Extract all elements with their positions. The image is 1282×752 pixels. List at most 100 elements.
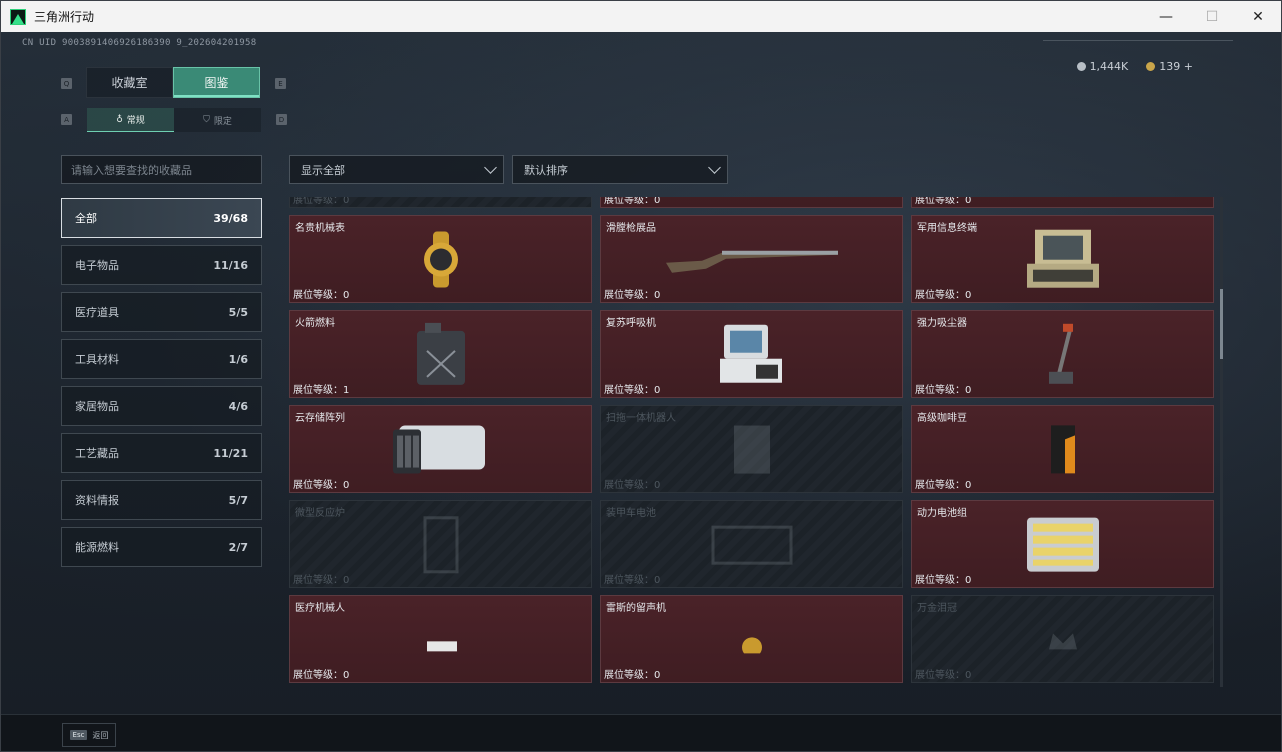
coffee-bag-icon: [1045, 421, 1081, 481]
search-input[interactable]: 请输入想要查找的收藏品: [61, 155, 262, 184]
key-hint-a: A: [61, 114, 72, 125]
close-button[interactable]: ✕: [1235, 1, 1281, 32]
item-level: 展位等级：0: [604, 197, 661, 206]
item-level: 展位等级：0: [604, 290, 661, 301]
item-name: 高级咖啡豆: [917, 413, 967, 424]
category-label: 工艺藏品: [75, 447, 119, 460]
back-button[interactable]: Esc 返回: [62, 723, 116, 747]
maximize-button[interactable]: ☐: [1189, 1, 1235, 32]
collection-item-card[interactable]: 曼德尔超算单元展位等级：0: [289, 197, 592, 208]
storage-array-icon: [391, 420, 491, 484]
category-label: 电子物品: [75, 259, 119, 272]
item-name: 名贵机械表: [295, 223, 345, 234]
category-item[interactable]: 工艺藏品 11/21: [61, 433, 262, 473]
collection-item-card[interactable]: 强力吸尘器 展位等级：0: [911, 310, 1214, 398]
category-item[interactable]: 工具材料 1/6: [61, 339, 262, 379]
collection-item-card[interactable]: 滑膛枪展品 展位等级：0: [600, 215, 903, 303]
jerrycan-icon: [413, 321, 469, 393]
collection-item-card[interactable]: 复苏呼吸机展位等级：0: [600, 310, 903, 398]
token-balance[interactable]: 139 +: [1146, 60, 1193, 73]
item-name: 军用信息终端: [917, 223, 977, 234]
ifv-model-icon: [1015, 197, 1111, 200]
decor-line: [1043, 40, 1233, 44]
sort-value: 默认排序: [524, 163, 568, 177]
item-name: 微型反应炉: [295, 508, 345, 519]
bottom-bar: Esc 返回: [1, 714, 1281, 751]
item-level: 展位等级：0: [915, 575, 972, 586]
item-level: 展位等级：0: [604, 575, 661, 586]
collection-item-card[interactable]: 装甲车电池 展位等级：0: [600, 500, 903, 588]
defibrillator-icon: [732, 197, 772, 200]
tab-limited[interactable]: ⛉ 限定: [174, 108, 261, 132]
add-token-button[interactable]: +: [1184, 60, 1193, 73]
primary-tabs: 收藏室 图鉴: [86, 67, 260, 98]
tab-catalog[interactable]: 图鉴: [173, 67, 260, 98]
collection-item-card[interactable]: 高级咖啡豆 展位等级：0: [911, 405, 1214, 493]
item-grid-viewport[interactable]: 曼德尔超算单元展位等级：0 自动体外除颤器展位等级：0 步战车模型展位等级：0 名贵机…: [289, 197, 1215, 687]
coin-amount: 1,444K: [1089, 60, 1129, 73]
item-level: 展位等级：0: [915, 290, 972, 301]
robot-icon: [724, 420, 780, 484]
tab-limited-label: 限定: [213, 116, 232, 127]
regular-icon: ♁: [116, 114, 123, 125]
player-uid: CN UID 9003891406926186390 9_20260420195…: [22, 38, 257, 48]
category-label: 能源燃料: [75, 541, 119, 554]
musket-icon: [662, 239, 842, 283]
item-name: 雷斯的留声机: [606, 603, 666, 614]
coin-balance: 1,444K: [1076, 60, 1129, 73]
tab-collection-room[interactable]: 收藏室: [86, 67, 173, 98]
display-filter-dropdown[interactable]: 显示全部: [289, 155, 504, 184]
category-count: 4/6: [228, 399, 248, 413]
item-level: 展位等级：0: [604, 385, 661, 396]
item-name: 扫拖一体机器人: [606, 413, 676, 424]
category-label: 工具材料: [75, 353, 119, 366]
category-item[interactable]: 医疗道具 5/5: [61, 292, 262, 332]
category-item[interactable]: 电子物品 11/16: [61, 245, 262, 285]
tab-regular[interactable]: ♁ 常规: [87, 108, 174, 132]
scrollbar[interactable]: [1220, 197, 1223, 687]
collection-item-card[interactable]: 雷斯的留声机 展位等级：0: [600, 595, 903, 683]
token-icon: [1146, 62, 1156, 71]
limited-icon: ⛉: [203, 115, 210, 125]
item-name: 医疗机械人: [295, 603, 345, 614]
item-name: 云存储阵列: [295, 413, 345, 424]
category-label: 家居物品: [75, 400, 119, 413]
category-item[interactable]: 资料情报 5/7: [61, 480, 262, 520]
collection-item-card[interactable]: 扫拖一体机器人 展位等级：0: [600, 405, 903, 493]
category-count: 2/7: [228, 540, 248, 554]
item-name: 复苏呼吸机: [606, 318, 656, 329]
ventilator-icon: [716, 323, 788, 391]
tab-regular-label: 常规: [126, 116, 145, 126]
category-item[interactable]: 家居物品 4/6: [61, 386, 262, 426]
category-item[interactable]: 能源燃料 2/7: [61, 527, 262, 567]
collection-item-card[interactable]: 动力电池组展位等级：0: [911, 500, 1214, 588]
coin-icon: [1076, 62, 1086, 71]
item-level: 展位等级：0: [915, 197, 972, 206]
item-level: 展位等级：0: [293, 290, 350, 301]
collection-item-card[interactable]: 火箭燃料 展位等级：1: [289, 310, 592, 398]
secondary-tabs: ♁ 常规 ⛉ 限定: [87, 108, 261, 132]
collection-item-card[interactable]: 自动体外除颤器展位等级：0: [600, 197, 903, 208]
collection-item-card[interactable]: 云存储阵列 展位等级：0: [289, 405, 592, 493]
display-filter-value: 显示全部: [301, 163, 345, 177]
item-level: 展位等级：0: [293, 670, 350, 681]
title-bar: 三角洲行动 — ☐ ✕: [1, 1, 1281, 32]
collection-item-card[interactable]: 名贵机械表展位等级：0: [289, 215, 592, 303]
collection-item-card[interactable]: 医疗机械人展位等级：0: [289, 595, 592, 683]
esc-key-icon: Esc: [69, 730, 88, 740]
collection-item-card[interactable]: 军用信息终端 展位等级：0: [911, 215, 1214, 303]
category-label: 医疗道具: [75, 306, 119, 319]
sort-dropdown[interactable]: 默认排序: [512, 155, 728, 184]
minimize-button[interactable]: —: [1143, 1, 1189, 32]
key-hint-q: Q: [61, 78, 72, 89]
category-item[interactable]: 全部 39/68: [61, 198, 262, 238]
scrollbar-thumb[interactable]: [1220, 289, 1223, 359]
category-list: 全部 39/68 电子物品 11/16 医疗道具 5/5 工具材料 1/6 家居物品 4/6 工艺藏…: [61, 198, 262, 574]
battery-pack-icon: [1023, 514, 1103, 580]
collection-item-card[interactable]: 万金泪冠 展位等级：0: [911, 595, 1214, 683]
item-name: 动力电池组: [917, 508, 967, 519]
category-label: 资料情报: [75, 494, 119, 507]
collection-item-card[interactable]: 步战车模型展位等级：0: [911, 197, 1214, 208]
collection-item-card[interactable]: 微型反应炉 展位等级：0: [289, 500, 592, 588]
item-level: 展位等级：0: [604, 670, 661, 681]
